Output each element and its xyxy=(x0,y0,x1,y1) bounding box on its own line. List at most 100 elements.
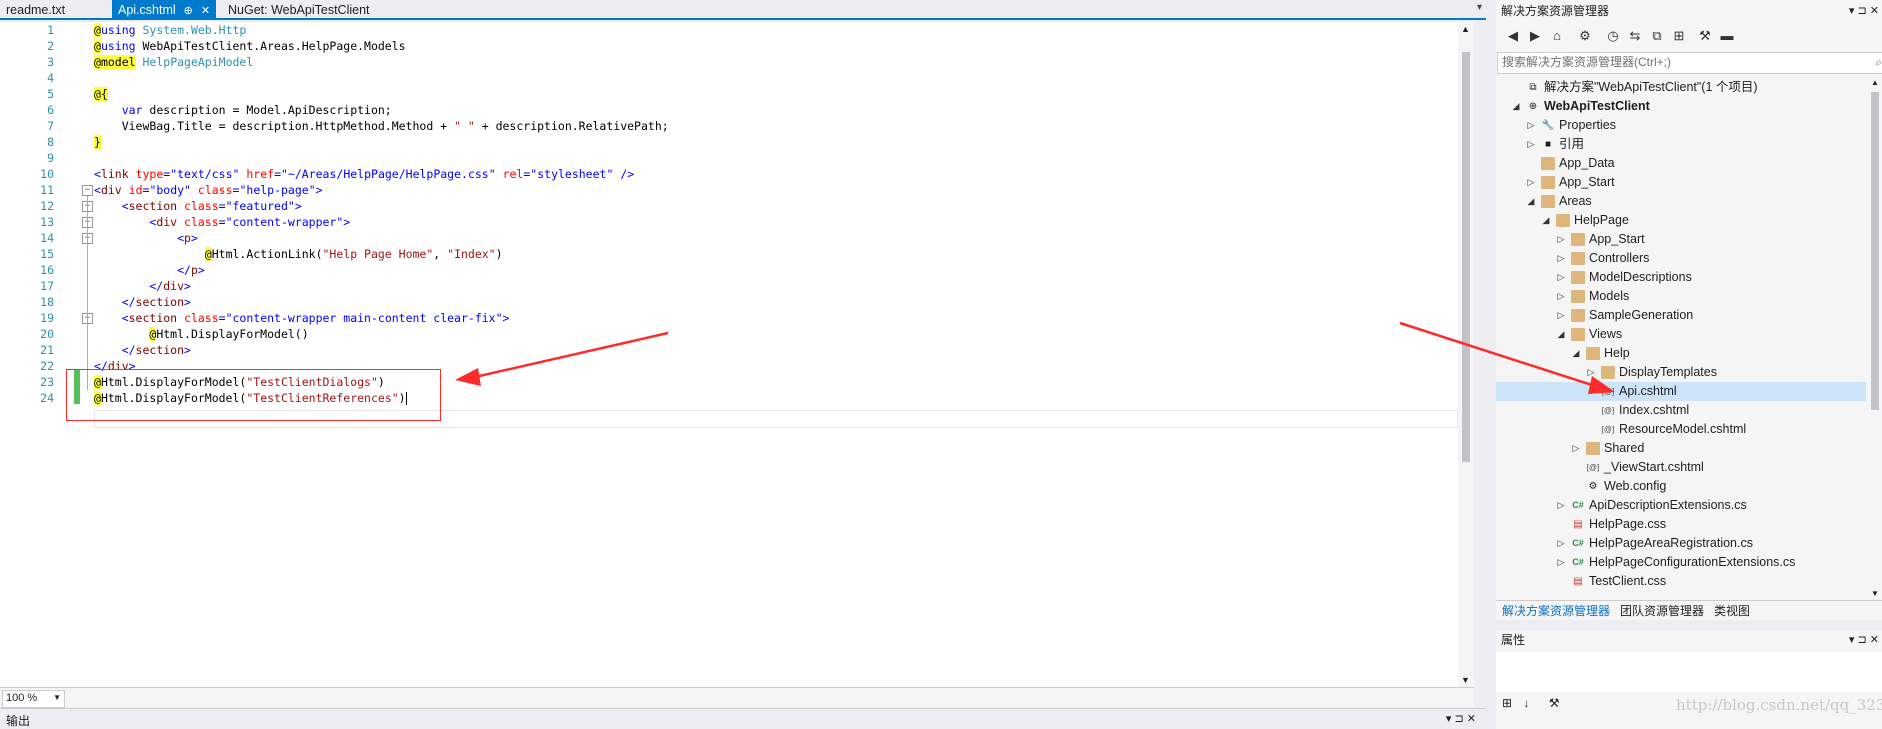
code-line[interactable]: @Html.DisplayForModel() xyxy=(94,326,309,342)
collapse-icon[interactable]: ◢ xyxy=(1540,211,1552,230)
expand-icon[interactable]: ▷ xyxy=(1585,363,1597,382)
tree-item[interactable]: ▤ HelpPage.css xyxy=(1496,515,1866,534)
expand-icon[interactable]: ▷ xyxy=(1555,496,1567,515)
solution-search-input[interactable]: 搜索解决方案资源管理器(Ctrl+;) ⌕ xyxy=(1497,52,1882,74)
preview-icon[interactable]: ▬ xyxy=(1718,27,1736,45)
tree-item[interactable]: ▷ ModelDescriptions xyxy=(1496,268,1866,287)
tab-team-explorer[interactable]: 团队资源管理器 xyxy=(1620,602,1704,620)
sort-icon[interactable]: ↓ xyxy=(1523,696,1529,710)
tree-item[interactable]: ▷ DisplayTemplates xyxy=(1496,363,1866,382)
search-icon[interactable]: ⌕ xyxy=(1875,53,1882,71)
tree-item[interactable]: ◢ Help xyxy=(1496,344,1866,363)
code-line[interactable]: <p> xyxy=(94,230,198,246)
tree-item[interactable]: [@] ResourceModel.cshtml xyxy=(1496,420,1866,439)
properties-object-area[interactable] xyxy=(1496,652,1882,692)
pin-icon[interactable]: ⊕ xyxy=(184,5,193,17)
code-line[interactable]: @Html.ActionLink("Help Page Home", "Inde… xyxy=(94,246,503,262)
collapse-icon[interactable]: ◢ xyxy=(1570,344,1582,363)
code-editor[interactable]: 1 2 3 4 5 6 7 8 9 10 11 12 13 14 15 16 17 18 19 20 21 22 23 24 … xyxy=(0,22,1474,687)
panel-controls[interactable]: ▾ ⊐ ✕ xyxy=(1849,0,1879,22)
tree-item[interactable]: ▷ 🔧 Properties xyxy=(1496,116,1866,135)
tab-api-cshtml[interactable]: Api.cshtml ⊕ ✕ xyxy=(112,0,217,20)
tab-solution-explorer[interactable]: 解决方案资源管理器 xyxy=(1502,602,1610,620)
code-line[interactable]: } xyxy=(94,134,101,150)
collapse-icon[interactable]: ⧉ xyxy=(1648,27,1666,45)
properties-icon[interactable]: ⚒ xyxy=(1696,27,1714,45)
tree-item[interactable]: App_Data xyxy=(1496,154,1866,173)
editor-vertical-scrollbar[interactable]: ▲ ▼ xyxy=(1458,22,1474,687)
collapse-icon[interactable]: ◢ xyxy=(1525,192,1537,211)
scroll-thumb[interactable] xyxy=(1871,92,1879,410)
code-line[interactable]: @using System.Web.Http xyxy=(94,22,246,38)
panel-controls[interactable]: ▾ ⊐ ✕ xyxy=(1849,630,1879,650)
categorized-icon[interactable]: ⊞ xyxy=(1502,696,1512,710)
code-line[interactable]: </section> xyxy=(94,294,191,310)
tree-item[interactable]: ◢ ⊕ WebApiTestClient xyxy=(1496,97,1866,116)
tree-item[interactable]: ▷ C# HelpPageAreaRegistration.cs xyxy=(1496,534,1866,553)
output-panel-controls[interactable]: ▾ ⊐ ✕ xyxy=(1446,712,1476,725)
tree-item[interactable]: [@] _ViewStart.cshtml xyxy=(1496,458,1866,477)
tree-item[interactable]: ▷ App_Start xyxy=(1496,173,1866,192)
code-line[interactable]: </section> xyxy=(94,342,191,358)
scroll-down-icon[interactable]: ▼ xyxy=(1871,589,1879,598)
expand-icon[interactable]: ▷ xyxy=(1555,306,1567,325)
collapse-icon[interactable]: ◢ xyxy=(1555,325,1567,344)
settings-icon[interactable]: ⚙ xyxy=(1576,27,1594,45)
code-line[interactable]: </div> xyxy=(94,278,191,294)
home-icon[interactable]: ⌂ xyxy=(1548,27,1566,45)
expand-icon[interactable]: ▷ xyxy=(1555,287,1567,306)
tab-overflow-icon[interactable]: ▾ xyxy=(1477,2,1482,13)
expand-icon[interactable]: ▷ xyxy=(1525,173,1537,192)
forward-icon[interactable]: ▶ xyxy=(1526,27,1544,45)
tree-item[interactable]: ▷ C# ApiDescriptionExtensions.cs xyxy=(1496,496,1866,515)
tree-item[interactable]: ◢ HelpPage xyxy=(1496,211,1866,230)
tree-item[interactable]: ▷ Controllers xyxy=(1496,249,1866,268)
tree-item[interactable]: ▷ Models xyxy=(1496,287,1866,306)
tab-class-view[interactable]: 类视图 xyxy=(1714,602,1750,620)
tree-item[interactable]: ◢ Views xyxy=(1496,325,1866,344)
tree-item[interactable]: ⚙ Web.config xyxy=(1496,477,1866,496)
expand-icon[interactable]: ▷ xyxy=(1525,135,1537,154)
expand-icon[interactable]: ▷ xyxy=(1555,249,1567,268)
code-line[interactable]: @model HelpPageApiModel xyxy=(94,54,253,70)
tree-item[interactable]: ▷ ■ 引用 xyxy=(1496,135,1866,154)
tree-item[interactable]: [@] Index.cshtml xyxy=(1496,401,1866,420)
scroll-down-icon[interactable]: ▼ xyxy=(1461,675,1470,685)
tree-item[interactable]: ▷ C# HelpPageConfigurationExtensions.cs xyxy=(1496,553,1866,572)
code-line[interactable]: <div id="body" class="help-page"> xyxy=(94,182,323,198)
history-icon[interactable]: ◷ xyxy=(1604,27,1622,45)
tree-item[interactable]: [@] Api.cshtml xyxy=(1496,382,1866,401)
code-line[interactable]: </p> xyxy=(94,262,205,278)
property-pages-icon[interactable]: ⚒ xyxy=(1549,696,1560,710)
solution-tree[interactable]: ⧉ 解决方案"WebApiTestClient"(1 个项目) ◢ ⊕ WebApiTe… xyxy=(1496,78,1866,598)
show-all-icon[interactable]: ⊞ xyxy=(1670,27,1688,45)
code-line[interactable]: ViewBag.Title = description.HttpMethod.M… xyxy=(94,118,669,134)
scroll-up-icon[interactable]: ▲ xyxy=(1871,78,1879,87)
tab-nuget[interactable]: NuGet: WebApiTestClient xyxy=(222,0,376,20)
tab-readme[interactable]: readme.txt xyxy=(0,0,71,20)
tree-item[interactable]: ▷ Shared xyxy=(1496,439,1866,458)
tree-item[interactable]: ▤ TestClient.css xyxy=(1496,572,1866,591)
expand-icon[interactable]: ▷ xyxy=(1555,534,1567,553)
tree-item[interactable]: ▷ SampleGeneration xyxy=(1496,306,1866,325)
code-line[interactable]: <link type="text/css" href="~/Areas/Help… xyxy=(94,166,634,182)
scroll-thumb[interactable] xyxy=(1462,52,1470,462)
fold-toggle[interactable]: − xyxy=(82,185,93,196)
scroll-up-icon[interactable]: ▲ xyxy=(1461,24,1470,34)
code-line[interactable]: @{ xyxy=(94,86,108,102)
tree-scrollbar[interactable]: ▲ ▼ xyxy=(1868,78,1882,598)
code-line[interactable]: @using WebApiTestClient.Areas.HelpPage.M… xyxy=(94,38,406,54)
zoom-select[interactable]: 100 % ▼ xyxy=(2,690,65,708)
back-icon[interactable]: ◀ xyxy=(1504,27,1522,45)
code-line[interactable]: var description = Model.ApiDescription; xyxy=(94,102,392,118)
code-line[interactable]: <div class="content-wrapper"> xyxy=(94,214,350,230)
tree-item[interactable]: ⧉ 解决方案"WebApiTestClient"(1 个项目) xyxy=(1496,78,1866,97)
code-line[interactable]: <section class="content-wrapper main-con… xyxy=(94,310,510,326)
tree-item[interactable]: ◢ Areas xyxy=(1496,192,1866,211)
expand-icon[interactable]: ▷ xyxy=(1555,230,1567,249)
sync-icon[interactable]: ⇆ xyxy=(1626,27,1644,45)
code-line[interactable]: <section class="featured"> xyxy=(94,198,302,214)
expand-icon[interactable]: ▷ xyxy=(1555,553,1567,572)
expand-icon[interactable]: ▷ xyxy=(1555,268,1567,287)
collapse-icon[interactable]: ◢ xyxy=(1510,97,1522,116)
